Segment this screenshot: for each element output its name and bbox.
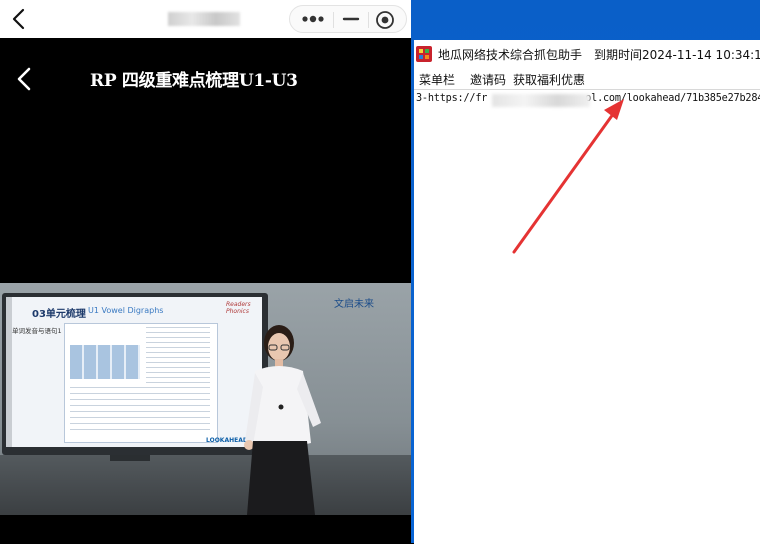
slide-text-lines bbox=[146, 327, 210, 383]
board-stand bbox=[110, 455, 150, 461]
menu-item-menubar[interactable]: 菜单栏 bbox=[419, 71, 455, 88]
video-frame[interactable]: 文启未来 03单元梳理 U1 Vowel Digraphs Readers Pho… bbox=[0, 283, 411, 515]
video-header: RP 四级重难点梳理U1-U3 bbox=[0, 38, 411, 118]
menu-item-get-offers[interactable]: 获取福利优惠 bbox=[513, 71, 585, 88]
player-back-icon[interactable] bbox=[14, 66, 34, 92]
slide-heading: 03单元梳理 bbox=[32, 309, 86, 320]
app-title: 地瓜网络技术综合抓包助手 bbox=[438, 48, 583, 62]
menu-bar: 菜单栏 邀请码 获取福利优惠 bbox=[414, 68, 760, 88]
capsule-menu bbox=[289, 5, 407, 33]
slide-subheading: U1 Vowel Digraphs bbox=[88, 306, 164, 315]
slide-brand-logo: Readers Phonics bbox=[226, 301, 251, 315]
capsule-divider bbox=[333, 12, 334, 28]
mini-program-nav-bar bbox=[0, 0, 411, 38]
url-redaction-blur bbox=[492, 94, 590, 107]
close-target-icon[interactable] bbox=[374, 9, 396, 31]
capture-app-window: 地瓜网络技术综合抓包助手 到期时间2024-11-14 10:34:16 菜单栏… bbox=[414, 40, 760, 544]
teacher-figure bbox=[244, 325, 321, 515]
url-suffix: ol.com/lookahead/71b385e27b28493 bbox=[585, 93, 760, 104]
desktop-area: 地瓜网络技术综合抓包助手 到期时间2024-11-14 10:34:16 菜单栏… bbox=[411, 0, 760, 544]
slide-text-lines bbox=[70, 387, 210, 435]
more-icon[interactable] bbox=[298, 12, 328, 26]
blurred-page-title bbox=[168, 12, 240, 26]
back-arrow-icon[interactable] bbox=[10, 8, 28, 30]
app-logo-icon bbox=[416, 46, 432, 62]
minimize-icon[interactable] bbox=[340, 12, 362, 26]
captured-url-textarea[interactable]: 3-https://fr ol.com/lookahead/71b385e27b2… bbox=[414, 89, 760, 544]
url-prefix: 3-https://fr bbox=[416, 93, 488, 104]
expiry-time: 到期时间2024-11-14 10:34:16 bbox=[594, 48, 760, 62]
slide-side-label: 单词发音与语句1 bbox=[12, 327, 62, 335]
app-title-bar: 地瓜网络技术综合抓包助手 到期时间2024-11-14 10:34:16 bbox=[414, 40, 760, 68]
mobile-video-player: RP 四级重难点梳理U1-U3 文启未来 03单元梳理 U1 Vowel Dig… bbox=[0, 0, 411, 543]
slide-screen: 03单元梳理 U1 Vowel Digraphs Readers Phonics … bbox=[6, 297, 262, 447]
slide-photo-row bbox=[70, 345, 140, 379]
watermark-logo: 文启未来 bbox=[334, 299, 374, 310]
capsule-divider bbox=[368, 12, 369, 28]
video-title: RP 四级重难点梳理U1-U3 bbox=[90, 71, 298, 91]
board-edge bbox=[6, 297, 12, 447]
menu-item-invite-code[interactable]: 邀请码 bbox=[470, 71, 506, 88]
